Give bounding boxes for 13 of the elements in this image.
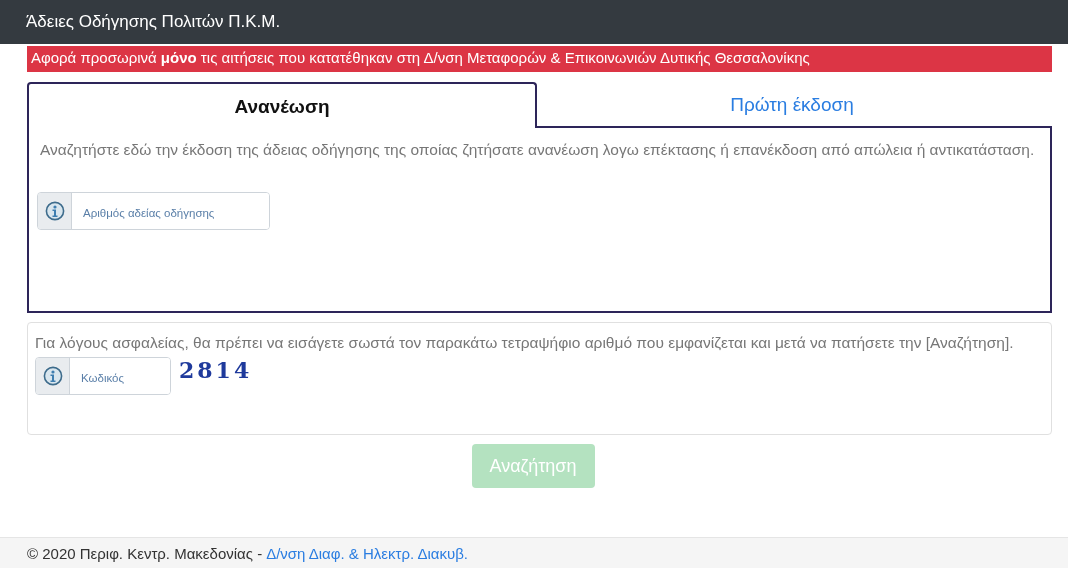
description-text: Για λόγους ασφαλείας, θα πρέπει να εισάγετε σωστά τον παρακάτω τετραψήφιο αριθμό που εμφανίζεται και μετά να πατήσετε την [Αναζήτηση]. (35, 333, 1015, 353)
tab[interactable]: Πρώτη έκδοση (537, 82, 1047, 128)
copyright-text: © 2020 Περιφ. Κεντρ. Μακεδονίας - (27, 544, 263, 562)
info-icon (42, 366, 63, 386)
input-field[interactable]: Κωδικός (35, 357, 171, 395)
alert-banner: Αφορά προσωρινά μόνο τις αιτήσεις που κατατέθηκαν στη Δ/νση Μεταφορών & Επικοινωνιών Δυτικής Θεσσαλονίκης (27, 46, 1052, 72)
description-text: Αναζητήστε εδώ την έκδοση της άδειας οδήγησης της οποίας ζητήσατε ανανέωση λογω επέκτασης ή επανέκδοση από απώλεια ή αντικατάσταση. (40, 140, 1036, 160)
footer-link[interactable]: Δ/νση Διαφ. & Ηλεκτρ. Διακυβ. (266, 544, 469, 562)
site-title: Άδειες Οδήγησης Πολιτών Π.Κ.Μ. (26, 12, 281, 32)
info-icon (44, 201, 65, 221)
input-field[interactable]: Αριθμός αδείας οδήγησης (37, 192, 270, 230)
captcha-code: 2814 (179, 357, 253, 383)
tab[interactable]: Ανανέωση (27, 82, 537, 128)
